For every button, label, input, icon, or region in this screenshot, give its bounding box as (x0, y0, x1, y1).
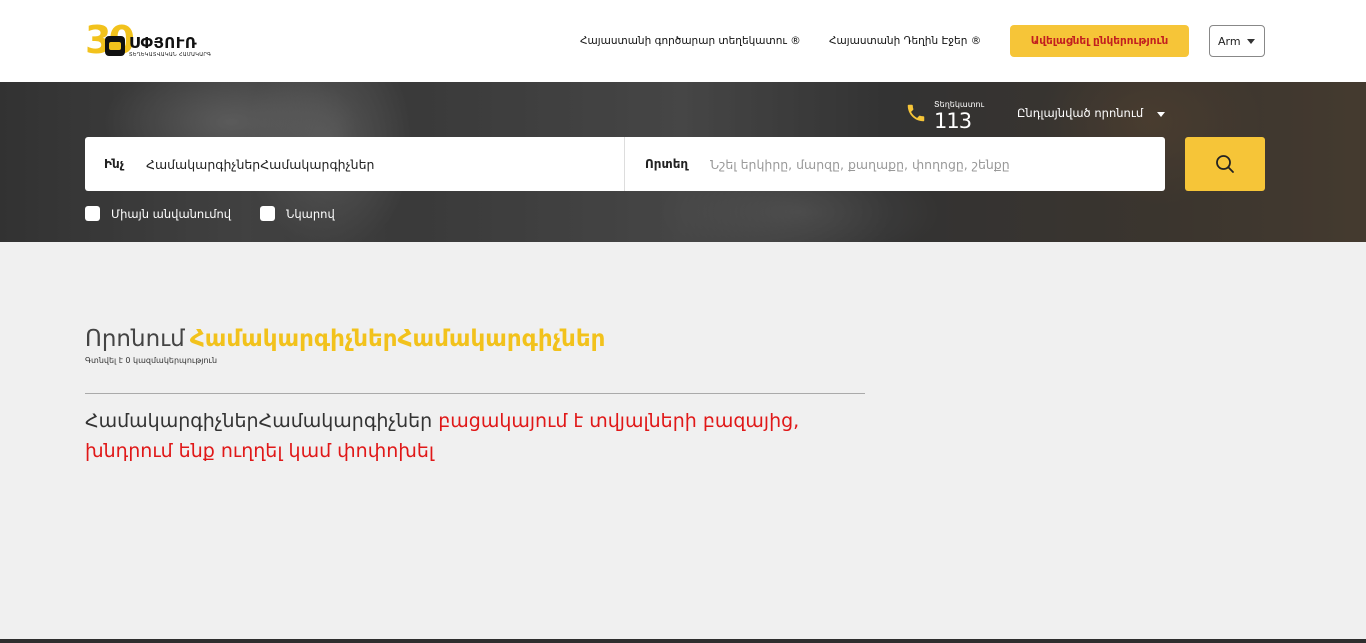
logo-badge-icon (105, 36, 125, 56)
phone-icon (907, 104, 925, 122)
add-company-button[interactable]: Ավելացնել ընկերություն (1010, 25, 1189, 57)
footer (0, 639, 1366, 643)
where-label: Որտեղ (645, 157, 689, 171)
what-label: Ինչ (104, 157, 125, 171)
search-icon (1216, 155, 1234, 173)
field-divider (624, 137, 625, 191)
filter-name-only-label: Միայն անվանումով (111, 206, 232, 221)
no-results-message: ՀամակարգիչներՀամակարգիչներ բացակայում է … (85, 406, 875, 466)
results-title: Որոնում ՀամակարգիչներՀամակարգիչներ (85, 326, 605, 352)
filter-name-only[interactable]: Միայն անվանումով (85, 206, 231, 221)
results-query: ՀամակարգիչներՀամակարգիչներ (189, 326, 606, 352)
where-input[interactable] (710, 151, 1130, 177)
caret-down-icon (1157, 112, 1165, 117)
results-count: Գտնվել է 0 կազմակերպություն (85, 356, 218, 365)
logo-name: ՍՓՅՈՒՌ (129, 34, 198, 52)
no-results-query: ՀամակարգիչներՀամակարգիչներ (85, 410, 433, 432)
hotline-number: 113 (934, 109, 972, 133)
filter-with-photo[interactable]: Նկարով (260, 206, 335, 221)
divider (85, 393, 865, 394)
language-value: Arm (1218, 34, 1241, 48)
advanced-search-toggle[interactable]: Ընդլայնված որոնում (1017, 106, 1143, 120)
search-box: Ինչ ՀամակարգիչներՀամակարգիչներ Որտեղ (85, 137, 1165, 191)
nav-yellow-pages[interactable]: Հայաստանի Դեղին Էջեր ® (829, 35, 981, 47)
hero-search-section: Տեղեկատու 113 Ընդլայնված որոնում Ինչ Համ… (0, 82, 1366, 242)
filter-name-only-checkbox[interactable] (85, 206, 100, 221)
hotline[interactable]: Տեղեկատու 113 (905, 100, 995, 133)
language-select[interactable]: Arm (1209, 25, 1265, 57)
logo[interactable]: 30 ՍՓՅՈՒՌ ՏԵՂԵԿԱՏՎԱԿԱՆ ՀԱՄԱԿԱՐԳ (85, 20, 211, 62)
site-header: 30 ՍՓՅՈՒՌ ՏԵՂԵԿԱՏՎԱԿԱՆ ՀԱՄԱԿԱՐԳ Հայաստան… (0, 0, 1366, 82)
filter-with-photo-checkbox[interactable] (260, 206, 275, 221)
results-prefix: Որոնում (85, 326, 185, 352)
results-section: Որոնում ՀամակարգիչներՀամակարգիչներ Գտնվե… (0, 242, 1366, 639)
what-input[interactable]: ՀամակարգիչներՀամակարգիչներ (146, 157, 374, 172)
filter-with-photo-label: Նկարով (286, 206, 335, 221)
nav-business-directory[interactable]: Հայաստանի գործարար տեղեկատու ® (580, 35, 801, 47)
hotline-label: Տեղեկատու (934, 100, 985, 109)
caret-down-icon (1247, 39, 1255, 44)
logo-subtitle: ՏԵՂԵԿԱՏՎԱԿԱՆ ՀԱՄԱԿԱՐԳ (129, 52, 212, 58)
search-button[interactable] (1185, 137, 1265, 191)
